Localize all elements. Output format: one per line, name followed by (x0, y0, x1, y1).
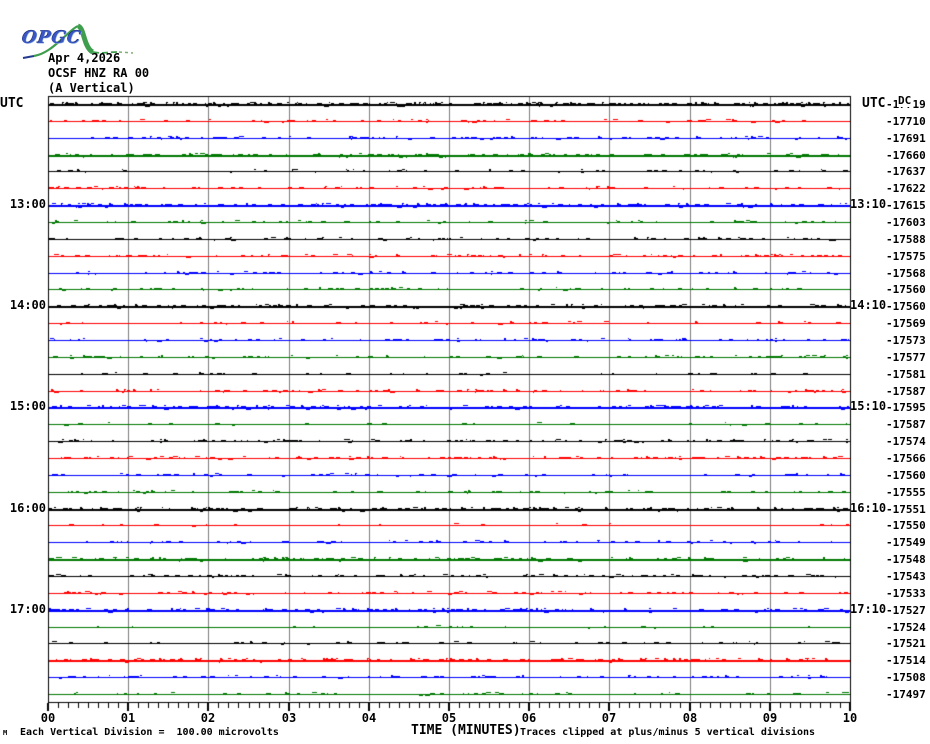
header-station: OCSF HNZ RA 00 (48, 66, 150, 80)
dc-offset-label: -17588 (886, 233, 926, 246)
x-tick-label: 10 (842, 711, 858, 725)
dc-offset-label: -17569 (886, 317, 926, 330)
x-axis-title: TIME (MINUTES) (411, 723, 521, 738)
x-tick-label: 04 (361, 711, 377, 725)
left-axis-title: UTC (0, 96, 24, 111)
opgc-logo: OPGC (2, 2, 134, 59)
dc-offset-label: -17550 (886, 519, 926, 532)
right-time-label: 13:10 (850, 197, 887, 211)
dc-offset-label: -17581 (886, 368, 926, 381)
x-tick-label: 03 (281, 711, 297, 725)
dc-offset-label: -17691 (886, 132, 926, 145)
right-time-label: 16:10 (850, 501, 887, 515)
dc-offset-label: -17527 (886, 604, 926, 617)
x-tick-label: 09 (762, 711, 778, 725)
x-tick-label: 01 (120, 711, 136, 725)
x-tick-label: 08 (682, 711, 698, 725)
dc-offset-label: -17508 (886, 671, 926, 684)
left-time-label: 15:00 (9, 399, 46, 413)
dc-offset-label: -17660 (886, 149, 926, 162)
x-tick-label: 02 (200, 711, 216, 725)
helicorder-plot (0, 0, 930, 744)
clip-note: Traces clipped at plus/minus 5 vertical … (520, 727, 816, 738)
dc-offset-label: -17603 (886, 216, 926, 229)
right-time-label: 15:10 (850, 399, 887, 413)
dc-offset-label: -17543 (886, 570, 926, 583)
dc-offset-label: -17615 (886, 199, 926, 212)
dc-offset-label: -17587 (886, 385, 926, 398)
dc-offset-label: -17568 (886, 267, 926, 280)
dc-offset-label: -17524 (886, 621, 926, 634)
dc-offset-label: -17560 (886, 300, 926, 313)
dc-column-header: DC (897, 94, 913, 107)
dc-offset-label: -17577 (886, 351, 926, 364)
corner-mark: M (3, 729, 8, 737)
x-tick-label: 00 (40, 711, 56, 725)
x-tick-label: 07 (601, 711, 617, 725)
dc-offset-label: -17548 (886, 553, 926, 566)
dc-offset-label: -17533 (886, 587, 926, 600)
opgc-logo-text: OPGC (20, 28, 84, 48)
dc-offset-label: -17710 (886, 115, 926, 128)
webicorder-page: { "logo": { "text": "OPGC" }, "header": … (0, 0, 930, 744)
dc-offset-label: -17573 (886, 334, 926, 347)
dc-offset-label: -17514 (886, 654, 926, 667)
dc-offset-label: -17555 (886, 486, 926, 499)
scale-note: Each Vertical Division = 100.00 microvol… (20, 727, 279, 738)
left-time-label: 13:00 (9, 197, 46, 211)
left-time-label: 16:00 (9, 501, 46, 515)
dc-offset-label: -17587 (886, 418, 926, 431)
header-component: (A Vertical) (48, 81, 135, 95)
left-time-label: 14:00 (9, 298, 46, 312)
right-time-label: 17:10 (850, 602, 887, 616)
dc-offset-label: -17622 (886, 182, 926, 195)
dc-offset-label: -17549 (886, 536, 926, 549)
dc-offset-label: -17521 (886, 637, 926, 650)
dc-offset-label: -17595 (886, 401, 926, 414)
dc-offset-label: -17574 (886, 435, 926, 448)
dc-offset-label: -17560 (886, 469, 926, 482)
left-time-label: 17:00 (9, 602, 46, 616)
header-date: Apr 4,2026 (48, 51, 121, 65)
dc-offset-label: -17560 (886, 283, 926, 296)
dc-offset-label: -17575 (886, 250, 926, 263)
dc-offset-label: -17497 (886, 688, 926, 701)
right-time-label: 14:10 (850, 298, 887, 312)
dc-offset-label: -17551 (886, 503, 926, 516)
dc-offset-label: -17637 (886, 165, 926, 178)
right-axis-title: UTC (862, 96, 886, 111)
dc-offset-label: -17566 (886, 452, 926, 465)
